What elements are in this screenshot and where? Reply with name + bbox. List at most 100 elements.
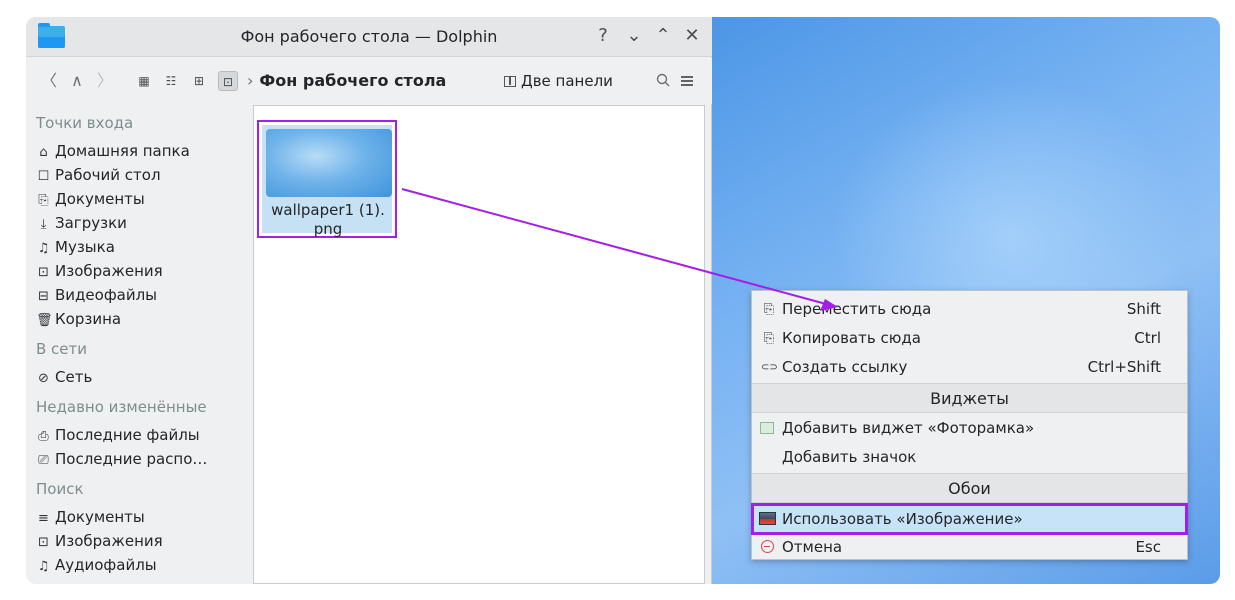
split-view-button[interactable]: Две панели [504,69,613,93]
file-name: wallpaper1 (1). png [262,201,394,239]
recent-locations-icon: ⎚ [38,453,49,468]
move-icon: ⎘ [763,302,775,317]
video-icon: ⊟ [38,289,49,304]
sidebar-item-label: Последние файлы [55,426,200,444]
minimize-button[interactable]: ⌄ [623,25,645,47]
file-name-line-2: png [313,220,343,238]
hamburger-menu-icon[interactable] [680,74,694,88]
sidebar-item-label: Корзина [55,310,122,328]
menu-item-label: Копировать сюда [782,329,921,347]
menu-shortcut: Esc [1135,538,1161,556]
image-thumbnail [266,129,392,197]
network-icon: ⊘ [38,371,49,386]
sidebar-item-label: Изображения [55,532,163,550]
sidebar-item-search-documents[interactable]: ≡ Документы [36,505,250,529]
trash-icon: 🗑 [36,313,53,328]
home-icon: ⌂ [39,145,48,160]
sidebar-item-downloads[interactable]: ⤓ Загрузки [36,211,250,235]
sidebar-item-label: Сеть [55,368,93,386]
menu-item-create-link[interactable]: ⊂⊃ Создать ссылку Ctrl+Shift [752,353,1187,382]
help-button[interactable]: ? [592,25,614,47]
sidebar-item-label: Документы [55,190,145,208]
menu-item-label: Добавить значок [782,448,917,466]
breadcrumb-current-folder[interactable]: Фон рабочего стола [259,71,446,90]
menu-section-wallpaper: Обои [752,473,1187,503]
search-icon[interactable] [655,72,673,90]
photo-frame-icon [760,422,774,434]
sidebar-item-label: Музыка [55,238,115,256]
cancel-icon [761,540,774,553]
sidebar-item-label: Загрузки [55,214,127,232]
sidebar-item-label: Документы [55,508,145,526]
details-view-icon[interactable]: ⊞ [189,71,209,91]
sidebar-item-recent-locations[interactable]: ⎚ Последние распо… [36,447,250,471]
sidebar-item-network[interactable]: ⊘ Сеть [36,365,250,389]
wallpaper-image-icon [759,512,776,525]
breadcrumb[interactable]: › Фон рабочего стола [247,69,446,93]
sidebar-item-home[interactable]: ⌂ Домашняя папка [36,139,250,163]
back-button[interactable]: 〈 [40,70,58,92]
places-sidebar: Точки входа ⌂ Домашняя папка ☐ Рабочий сто… [26,105,250,584]
file-item-wallpaper[interactable]: wallpaper1 (1). png [257,120,397,238]
up-button[interactable]: ∧ [68,70,86,92]
menu-item-use-image[interactable]: Использовать «Изображение» [751,503,1188,535]
sidebar-item-label: Видеофайлы [55,286,158,304]
forward-button[interactable]: 〉 [96,70,114,92]
file-name-line-1: wallpaper1 (1). [271,201,385,219]
split-view-label: Две панели [521,72,613,90]
documents-icon: ⎘ [38,193,49,208]
sidebar-item-pictures[interactable]: ⊡ Изображения [36,259,250,283]
sidebar-item-trash[interactable]: 🗑 Корзина [36,307,250,331]
menu-section-widgets: Виджеты [752,383,1187,413]
menu-item-label: Использовать «Изображение» [782,510,1023,528]
sidebar-item-label: Рабочий стол [55,166,161,184]
copy-icon: ⎘ [763,331,775,346]
download-icon: ⤓ [40,217,47,232]
close-button[interactable]: ✕ [681,25,703,47]
section-heading-recent: Недавно изменённые [36,398,207,416]
menu-item-move-here[interactable]: ⎘ Переместить сюда Shift [752,295,1187,324]
music-icon: ♫ [37,559,50,574]
dolphin-window: Фон рабочего стола — Dolphin ? ⌄ ⌃ ✕ 〈 ∧… [26,17,712,584]
breadcrumb-separator-icon: › [247,71,254,90]
image-icon: ⊡ [38,535,49,550]
menu-item-label: Отмена [782,538,843,556]
menu-item-label: Добавить виджет «Фоторамка» [782,419,1035,437]
sidebar-item-search-audio[interactable]: ♫ Аудиофайлы [36,553,250,577]
section-heading-network: В сети [36,340,88,358]
link-icon: ⊂⊃ [761,362,778,373]
sidebar-item-documents[interactable]: ⎘ Документы [36,187,250,211]
maximize-button[interactable]: ⌃ [652,25,674,47]
image-icon: ⊡ [38,265,49,280]
menu-item-add-photo-frame[interactable]: Добавить виджет «Фоторамка» [752,414,1187,443]
recent-files-icon: ⎙ [38,429,49,444]
sidebar-item-label: Аудиофайлы [55,556,157,574]
sidebar-item-label: Домашняя папка [55,142,190,160]
file-view[interactable]: wallpaper1 (1). png [253,105,705,584]
toolbar: 〈 ∧ 〉 ▦ ☷ ⊞ ⊡ › Фон рабочего стола Две па… [26,58,712,104]
sidebar-item-videos[interactable]: ⊟ Видеофайлы [36,283,250,307]
menu-shortcut: Shift [1126,300,1161,318]
preview-toggle-icon[interactable]: ⊡ [218,71,238,91]
menu-shortcut: Ctrl [1134,329,1161,347]
sidebar-item-search-images[interactable]: ⊡ Изображения [36,529,250,553]
menu-item-copy-here[interactable]: ⎘ Копировать сюда Ctrl [752,324,1187,353]
sidebar-item-label: Последние распо… [55,450,208,468]
sidebar-item-desktop[interactable]: ☐ Рабочий стол [36,163,250,187]
split-panels-icon [504,76,516,87]
menu-item-cancel[interactable]: Отмена Esc [752,535,1187,559]
sidebar-item-recent-files[interactable]: ⎙ Последние файлы [36,423,250,447]
text-lines-icon: ≡ [38,511,49,526]
section-heading-places: Точки входа [36,114,134,132]
title-bar[interactable]: Фон рабочего стола — Dolphin ? ⌄ ⌃ ✕ [26,17,712,57]
compact-view-icon[interactable]: ☷ [161,71,181,91]
sidebar-item-music[interactable]: ♫ Музыка [36,235,250,259]
menu-item-label: Создать ссылку [782,358,908,376]
icons-view-icon[interactable]: ▦ [134,71,154,91]
menu-item-add-icon[interactable]: Добавить значок [752,443,1187,472]
desktop-icon: ☐ [37,169,50,184]
file-selection-highlight: wallpaper1 (1). png [262,125,392,238]
sidebar-item-label: Изображения [55,262,163,280]
drop-context-menu: ⎘ Переместить сюда Shift ⎘ Копировать сю… [751,290,1188,560]
menu-shortcut: Ctrl+Shift [1087,358,1161,376]
